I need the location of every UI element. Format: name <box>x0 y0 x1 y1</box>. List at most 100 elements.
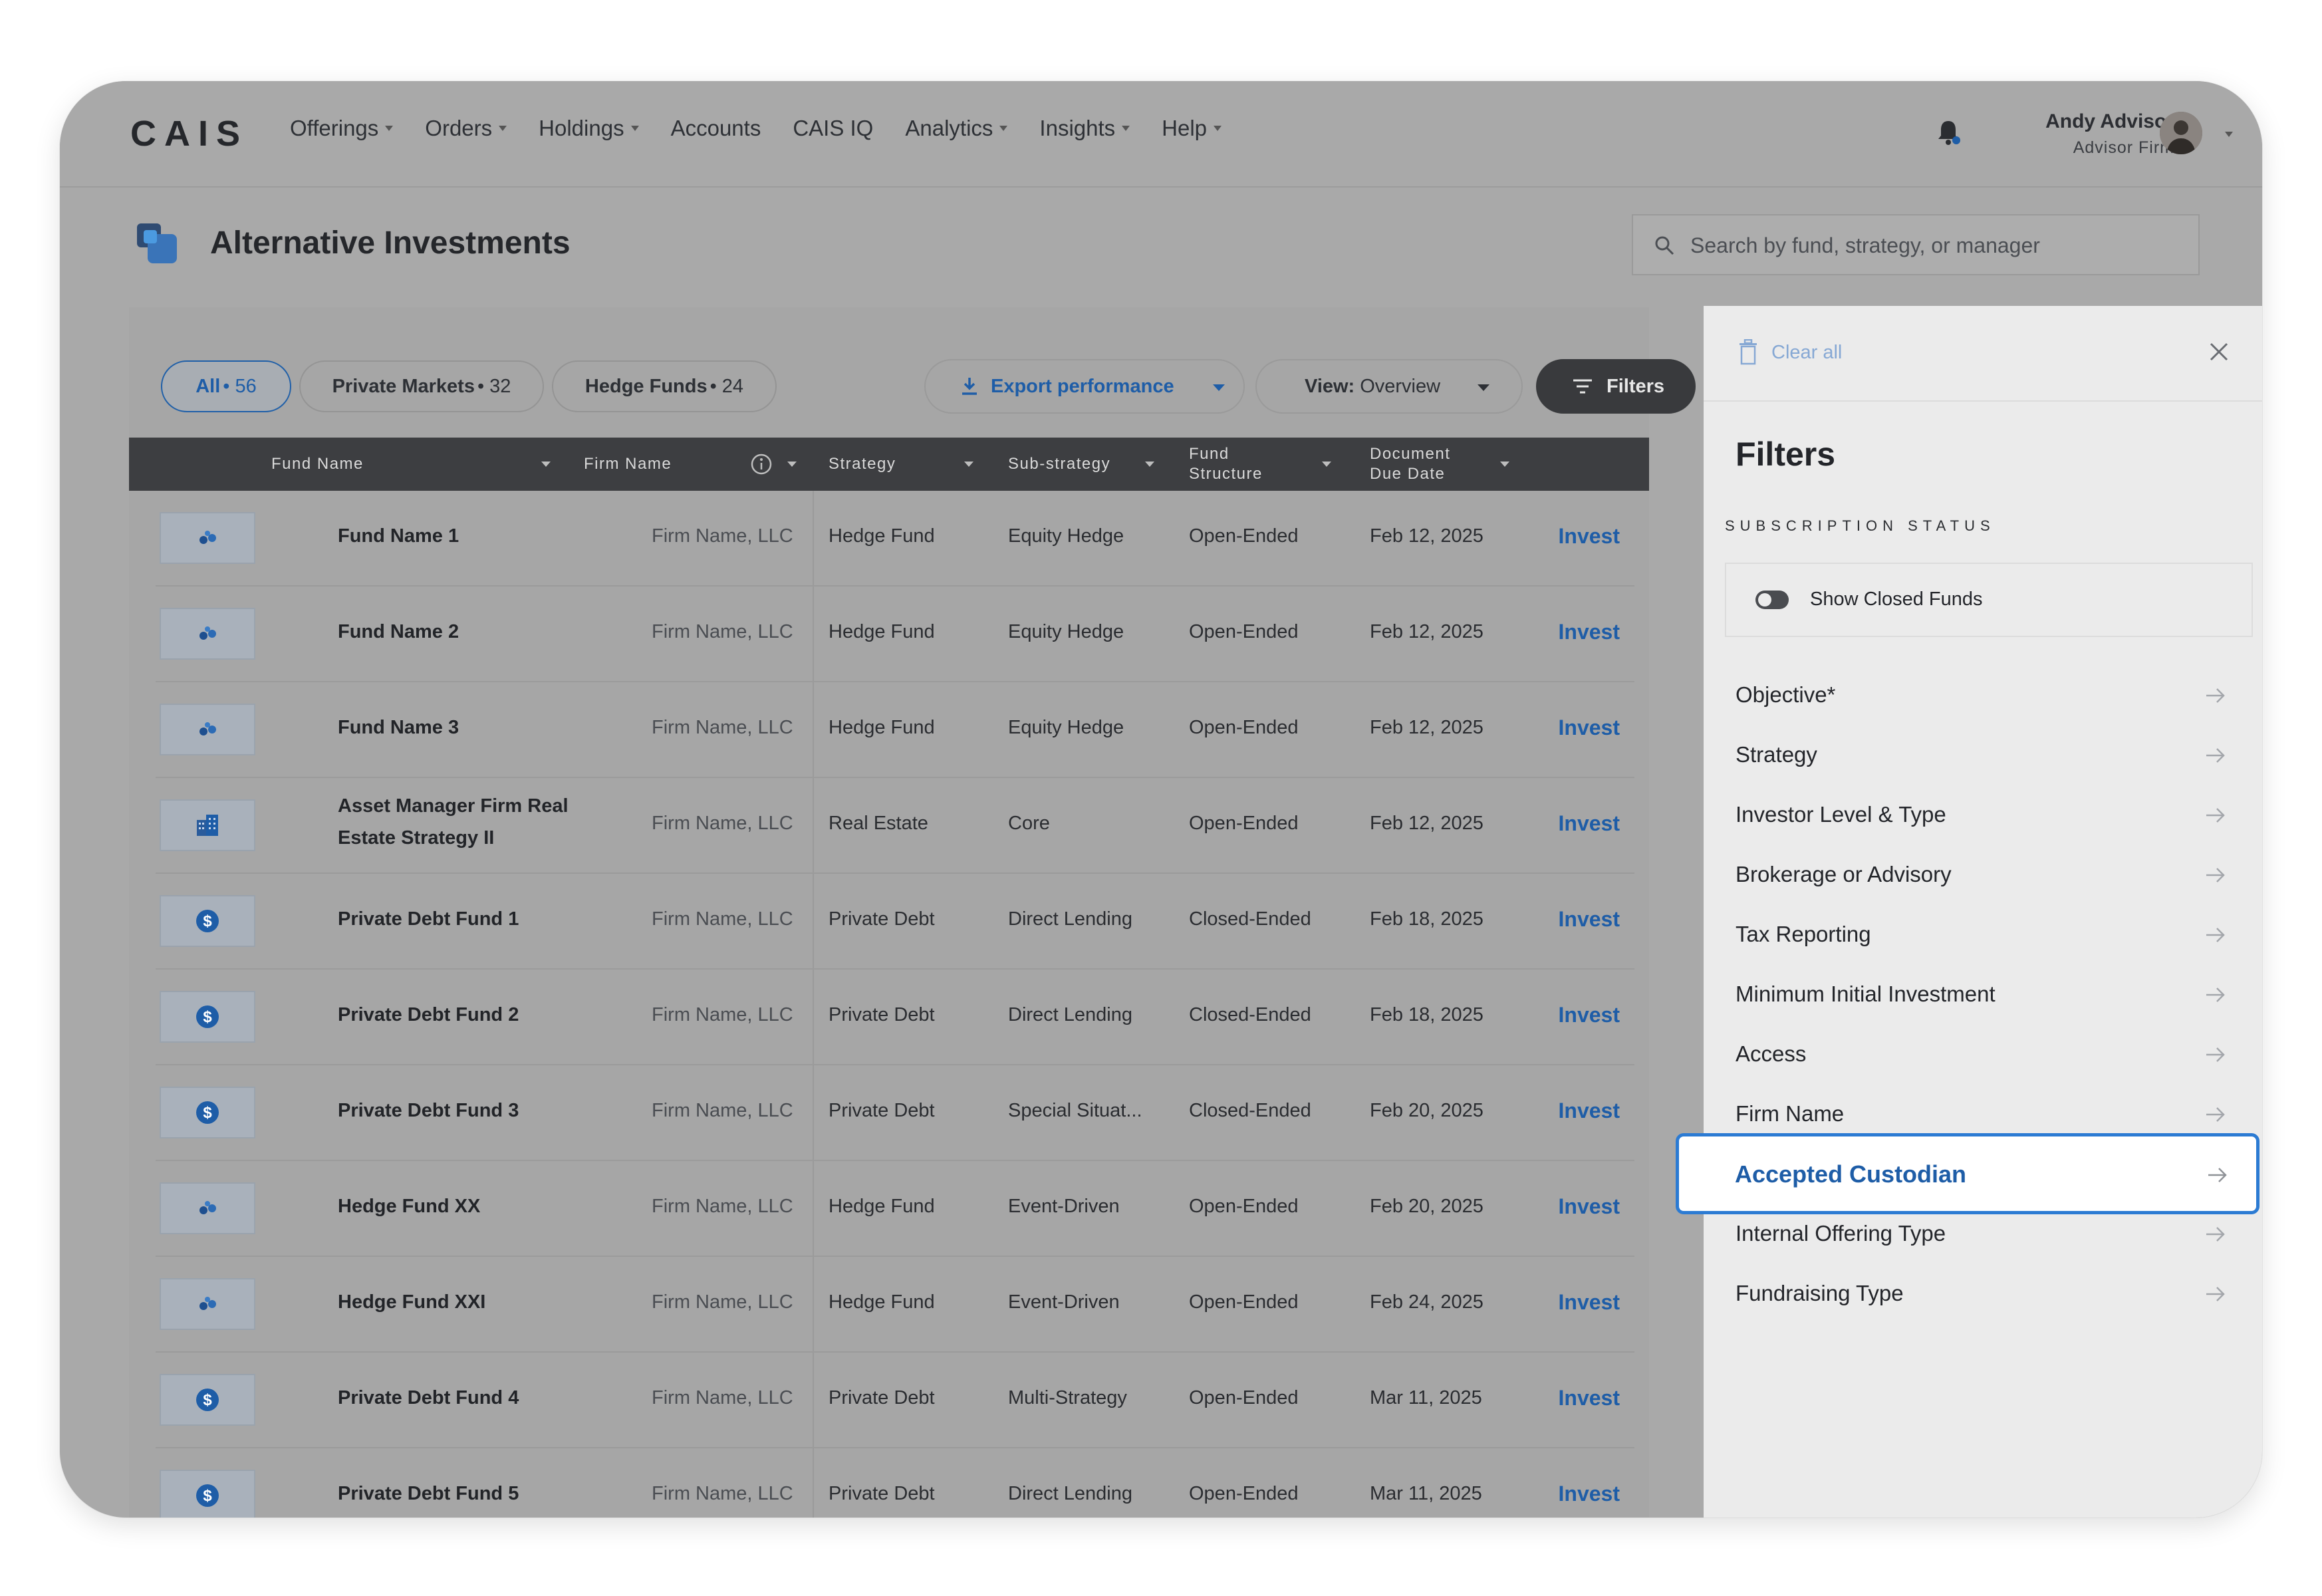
filter-item-strategy[interactable]: Strategy <box>1704 725 2262 785</box>
filter-item-objective[interactable]: Objective* <box>1704 665 2262 725</box>
sort-chevron-icon <box>1145 462 1154 467</box>
filters-panel: Clear all Filters SUBSCRIPTION STATUS Sh… <box>1676 306 2262 1518</box>
fund-structure-cell: Open-Ended <box>1189 525 1299 547</box>
tab-all[interactable]: All • 56 <box>161 360 291 412</box>
fund-structure-cell: Open-Ended <box>1189 717 1299 738</box>
table-row[interactable]: Hedge Fund XXI Firm Name, LLC Hedge Fund Ev… <box>156 1257 1634 1353</box>
invest-link[interactable]: Invest <box>1559 1482 1620 1506</box>
table-row[interactable]: Fund Name 2 Firm Name, LLC Hedge Fund Equit… <box>156 587 1634 682</box>
invest-link[interactable]: Invest <box>1559 907 1620 932</box>
filter-item-minimum-initial-investment[interactable]: Minimum Initial Investment <box>1704 964 2262 1024</box>
cais-logo[interactable]: CAIS <box>130 113 248 154</box>
tab-hedge-funds[interactable]: Hedge Funds • 24 <box>552 360 777 412</box>
filter-item-access[interactable]: Access <box>1704 1024 2262 1084</box>
table-row[interactable]: $ Private Debt Fund 4 Firm Name, LLC Privat… <box>156 1353 1634 1448</box>
filter-item-brokerage-or-advisory[interactable]: Brokerage or Advisory <box>1704 845 2262 904</box>
building-icon <box>194 812 221 839</box>
fund-name-line2: Estate Strategy II <box>338 827 495 849</box>
invest-link[interactable]: Invest <box>1559 524 1620 549</box>
fund-name: Private Debt Fund 4 <box>338 1387 519 1408</box>
col-strategy-label: Strategy <box>829 455 896 473</box>
fund-name: Private Debt Fund 5 <box>338 1483 519 1504</box>
table-row[interactable]: $ Private Debt Fund 1 Firm Name, LLC Privat… <box>156 874 1634 970</box>
table-row[interactable]: Fund Name 1 Firm Name, LLC Hedge Fund Equit… <box>156 491 1634 587</box>
nav-item-offerings[interactable]: Offerings <box>290 116 394 141</box>
fund-list-area: All • 56 Private Markets • 32 Hedge Funds •… <box>129 307 1696 1518</box>
table-row[interactable]: $ Private Debt Fund 2 Firm Name, LLC Privat… <box>156 970 1634 1065</box>
sort-chevron-icon <box>1500 462 1509 467</box>
nav-item-accounts[interactable]: Accounts <box>671 116 761 141</box>
trash-icon[interactable] <box>1738 339 1758 366</box>
firm-name: Firm Name, LLC <box>652 813 793 834</box>
export-performance-button[interactable]: Export performance <box>924 359 1245 414</box>
col-document-due-date[interactable]: Document Due Date <box>1370 438 1509 491</box>
fund-name: Fund Name 3 <box>338 717 459 738</box>
filter-item-fundraising-type[interactable]: Fundraising Type <box>1704 1264 2262 1323</box>
user-avatar[interactable] <box>2160 112 2202 154</box>
col-firm-name[interactable]: Firm Name <box>584 438 797 491</box>
close-icon[interactable] <box>2208 340 2230 363</box>
sort-chevron-icon <box>541 462 551 467</box>
col-sub-strategy[interactable]: Sub-strategy <box>1008 438 1154 491</box>
view-select[interactable]: View: Overview <box>1255 359 1523 414</box>
filters-button[interactable]: Filters <box>1536 359 1696 414</box>
nav-item-label: Analytics <box>905 116 993 140</box>
dots-icon <box>194 1291 221 1317</box>
user-menu-chevron-icon[interactable] <box>2225 132 2233 137</box>
nav-item-label: Orders <box>425 116 493 140</box>
invest-link[interactable]: Invest <box>1559 716 1620 740</box>
fund-logo <box>160 608 255 660</box>
filter-item-accepted-custodian[interactable]: Accepted Custodian <box>1676 1133 2259 1214</box>
nav-item-help[interactable]: Help <box>1162 116 1222 141</box>
svg-text:$: $ <box>203 1008 212 1026</box>
nav-item-insights[interactable]: Insights <box>1039 116 1130 141</box>
nav-item-cais-iq[interactable]: CAIS IQ <box>793 116 873 141</box>
invest-link[interactable]: Invest <box>1559 1003 1620 1027</box>
strategy-cell: Hedge Fund <box>829 717 935 738</box>
show-closed-funds-row[interactable]: Show Closed Funds <box>1725 563 2253 637</box>
invest-link[interactable]: Invest <box>1559 1194 1620 1219</box>
invest-link[interactable]: Invest <box>1559 1386 1620 1410</box>
notification-bell-icon[interactable] <box>1935 118 1962 148</box>
table-row[interactable]: Fund Name 3 Firm Name, LLC Hedge Fund Equit… <box>156 682 1634 778</box>
tab-private-markets[interactable]: Private Markets • 32 <box>299 360 544 412</box>
document-due-date-cell: Feb 18, 2025 <box>1370 1004 1484 1025</box>
search-input[interactable]: Search by fund, strategy, or manager <box>1632 214 2200 275</box>
filter-item-investor-level-type[interactable]: Investor Level & Type <box>1704 785 2262 845</box>
col-strategy[interactable]: Strategy <box>829 438 973 491</box>
col-fund-name[interactable]: Fund Name <box>271 438 551 491</box>
fund-logo <box>160 1278 255 1330</box>
filter-item-internal-offering-type[interactable]: Internal Offering Type <box>1704 1204 2262 1264</box>
sub-strategy-cell: Equity Hedge <box>1008 717 1124 738</box>
document-due-date-cell: Feb 20, 2025 <box>1370 1196 1484 1217</box>
arrow-right-icon <box>2202 862 2229 888</box>
strategy-cell: Private Debt <box>829 908 935 930</box>
nav-item-orders[interactable]: Orders <box>425 116 507 141</box>
nav-item-label: CAIS IQ <box>793 116 874 140</box>
nav-item-analytics[interactable]: Analytics <box>905 116 1008 141</box>
download-icon <box>962 378 977 395</box>
invest-link[interactable]: Invest <box>1559 1099 1620 1123</box>
filter-item-tax-reporting[interactable]: Tax Reporting <box>1704 904 2262 964</box>
invest-link[interactable]: Invest <box>1559 1290 1620 1315</box>
document-due-date-cell: Mar 11, 2025 <box>1370 1387 1482 1408</box>
svg-text:$: $ <box>203 1391 212 1409</box>
document-due-date-cell: Feb 12, 2025 <box>1370 813 1484 834</box>
dollar-icon: $ <box>194 1099 221 1126</box>
invest-link[interactable]: Invest <box>1559 620 1620 644</box>
search-icon <box>1655 236 1674 255</box>
table-row[interactable]: Hedge Fund XX Firm Name, LLC Hedge Fund Eve… <box>156 1161 1634 1257</box>
show-closed-funds-toggle[interactable] <box>1755 591 1789 609</box>
info-icon[interactable] <box>750 453 773 475</box>
filter-item-label: Access <box>1736 1041 1807 1066</box>
invest-link[interactable]: Invest <box>1559 811 1620 836</box>
table-row[interactable]: Asset Manager Firm Real Estate Strategy I… <box>156 778 1634 874</box>
nav-item-holdings[interactable]: Holdings <box>539 116 639 141</box>
table-row[interactable]: $ Private Debt Fund 5 Firm Name, LLC Privat… <box>156 1448 1634 1518</box>
table-row[interactable]: $ Private Debt Fund 3 Firm Name, LLC Privat… <box>156 1065 1634 1161</box>
fund-logo <box>160 512 255 564</box>
user-name: Andy Advisor <box>2045 110 2174 132</box>
col-fund-structure[interactable]: Fund Structure <box>1189 438 1331 491</box>
fund-structure-cell: Open-Ended <box>1189 1483 1299 1504</box>
clear-all-link[interactable]: Clear all <box>1771 342 1842 364</box>
